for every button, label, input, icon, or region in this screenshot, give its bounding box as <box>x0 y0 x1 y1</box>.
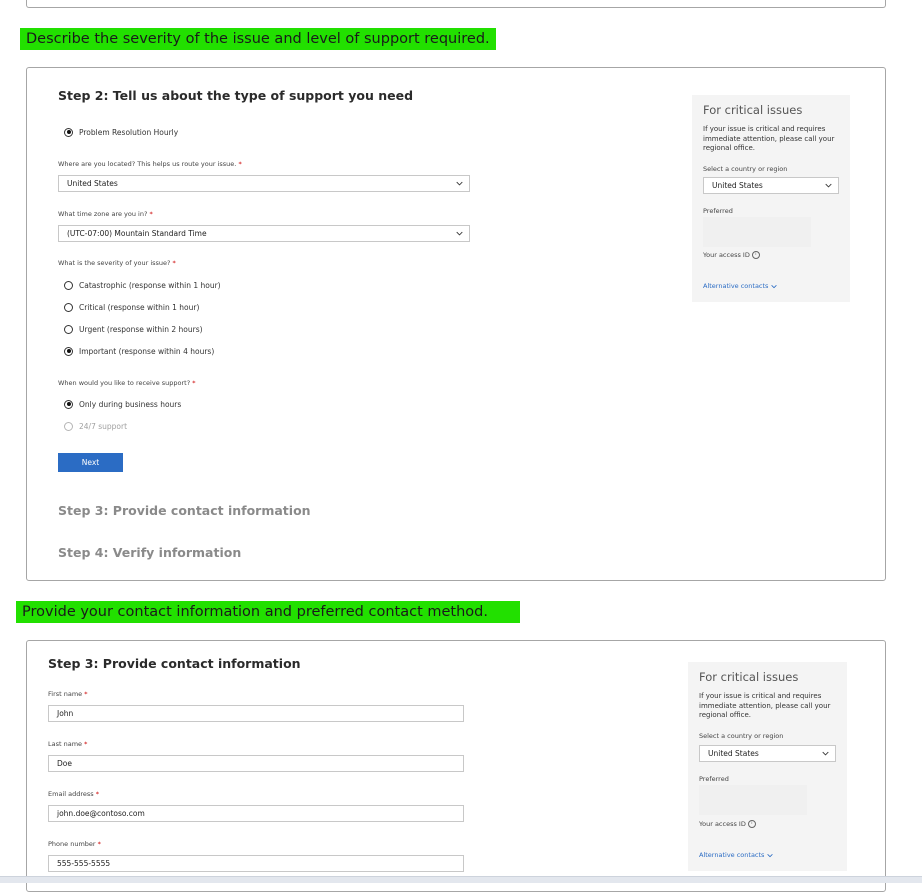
chevron-down-icon <box>766 853 773 857</box>
region-select[interactable]: United States <box>703 177 839 194</box>
step3-title: Step 3: Provide contact information <box>48 656 301 671</box>
support-time-option-label: 24/7 support <box>79 421 128 431</box>
critical-issues-panel: For critical issues If your issue is cri… <box>688 662 847 871</box>
step4-collapsed-title[interactable]: Step 4: Verify information <box>58 545 241 560</box>
timezone-select[interactable]: (UTC-07:00) Mountain Standard Time <box>58 225 470 242</box>
radio-unselected[interactable] <box>64 302 73 312</box>
step3-card: Step 3: Provide contact information Firs… <box>26 640 886 892</box>
preferred-number-placeholder <box>699 785 807 815</box>
step2-card: Step 2: Tell us about the type of suppor… <box>26 67 886 581</box>
radio-unselected[interactable] <box>64 324 73 334</box>
phone-input[interactable]: 555-555-5555 <box>48 855 464 872</box>
chevron-down-icon <box>822 751 829 756</box>
severity-option-important[interactable]: Important (response within 4 hours) <box>64 344 214 358</box>
severity-option-catastrophic[interactable]: Catastrophic (response within 1 hour) <box>64 278 221 292</box>
last-name-label: Last name * <box>48 740 88 748</box>
critical-issues-title: For critical issues <box>699 670 799 684</box>
radio-selected[interactable] <box>64 127 73 137</box>
severity-option-urgent[interactable]: Urgent (response within 2 hours) <box>64 322 203 336</box>
critical-issues-text: If your issue is critical and requires i… <box>703 125 835 152</box>
next-button[interactable]: Next <box>58 453 123 472</box>
email-input[interactable]: john.doe@contoso.com <box>48 805 464 822</box>
location-label: Where are you located? This helps us rou… <box>58 160 242 168</box>
first-name-input[interactable]: John <box>48 705 464 722</box>
last-name-input[interactable]: Doe <box>48 755 464 772</box>
region-select-value: United States <box>712 181 763 190</box>
chevron-down-icon <box>456 231 463 236</box>
access-id-label: Your access ID i <box>699 820 756 828</box>
step2-title: Step 2: Tell us about the type of suppor… <box>58 88 414 103</box>
region-label: Select a country or region <box>699 732 784 740</box>
severity-instruction-banner: Describe the severity of the issue and l… <box>20 28 496 50</box>
severity-option-label: Important (response within 4 hours) <box>79 346 215 356</box>
access-id-label: Your access ID i <box>703 251 760 259</box>
chevron-down-icon <box>825 183 832 188</box>
phone-label: Phone number * <box>48 840 101 848</box>
first-name-label: First name * <box>48 690 88 698</box>
info-icon[interactable]: i <box>751 251 760 259</box>
support-time-label: When would you like to receive support? … <box>58 379 196 387</box>
radio-unselected[interactable] <box>64 280 73 290</box>
radio-selected[interactable] <box>64 346 73 356</box>
region-select[interactable]: United States <box>699 745 836 762</box>
info-icon[interactable]: i <box>747 820 756 828</box>
severity-option-critical[interactable]: Critical (response within 1 hour) <box>64 300 199 314</box>
severity-option-label: Critical (response within 1 hour) <box>79 302 200 312</box>
critical-issues-text: If your issue is critical and requires i… <box>699 692 831 719</box>
critical-issues-title: For critical issues <box>703 103 803 117</box>
support-time-business-hours[interactable]: Only during business hours <box>64 397 181 411</box>
chevron-down-icon <box>770 284 777 288</box>
preferred-label: Preferred <box>703 207 733 215</box>
severity-option-label: Catastrophic (response within 1 hour) <box>79 280 221 290</box>
location-select-value: United States <box>67 179 118 188</box>
radio-disabled <box>64 421 73 431</box>
region-select-value: United States <box>708 749 759 758</box>
step3-collapsed-title[interactable]: Step 3: Provide contact information <box>58 503 311 518</box>
previous-step-card <box>26 0 886 8</box>
severity-label: What is the severity of your issue? * <box>58 259 176 267</box>
alternative-contacts-link[interactable]: Alternative contacts <box>699 851 773 859</box>
severity-option-label: Urgent (response within 2 hours) <box>79 324 203 334</box>
chevron-down-icon <box>456 181 463 186</box>
region-label: Select a country or region <box>703 165 788 173</box>
critical-issues-panel: For critical issues If your issue is cri… <box>692 95 850 302</box>
preferred-label: Preferred <box>699 775 729 783</box>
contact-instruction-banner: Provide your contact information and pre… <box>16 601 520 623</box>
plan-option-label: Problem Resolution Hourly <box>79 127 179 137</box>
alternative-contacts-link[interactable]: Alternative contacts <box>703 282 777 290</box>
radio-selected[interactable] <box>64 399 73 409</box>
timezone-select-value: (UTC-07:00) Mountain Standard Time <box>67 229 207 238</box>
location-select[interactable]: United States <box>58 175 470 192</box>
email-label: Email address * <box>48 790 99 798</box>
timezone-label: What time zone are you in? * <box>58 210 153 218</box>
support-time-option-label: Only during business hours <box>79 399 182 409</box>
preferred-number-placeholder <box>703 217 811 247</box>
plan-option-problem-resolution[interactable]: Problem Resolution Hourly <box>64 125 178 139</box>
support-time-24-7: 24/7 support <box>64 419 127 433</box>
